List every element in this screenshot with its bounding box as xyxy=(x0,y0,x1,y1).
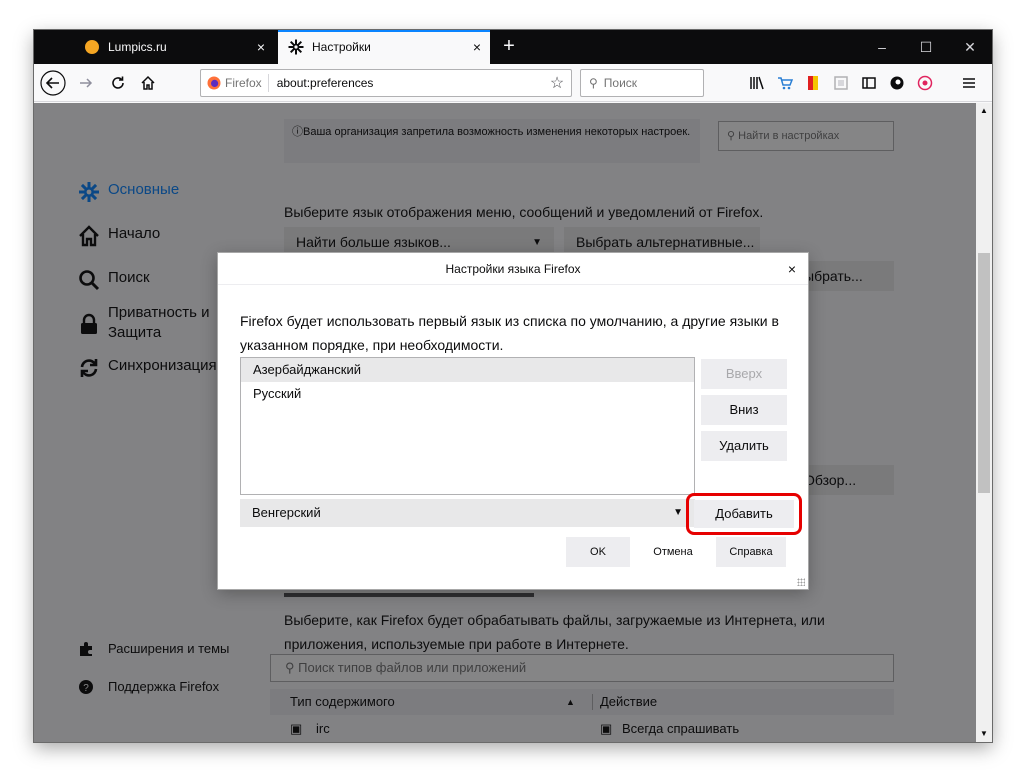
scroll-down-icon[interactable]: ▼ xyxy=(976,726,992,742)
tab-close-button[interactable]: × xyxy=(464,39,490,55)
language-settings-dialog: Настройки языка Firefox × Firefox будет … xyxy=(218,253,808,589)
gear-icon xyxy=(288,39,304,55)
shield-icon xyxy=(917,75,933,91)
forward-button[interactable] xyxy=(72,68,100,98)
browser-window: Lumpics.ru × Настройки × + – ☐ ✕ Firefox… xyxy=(34,30,992,742)
red-flag-icon xyxy=(808,76,818,90)
list-item[interactable]: Русский xyxy=(241,382,694,406)
help-button[interactable]: Справка xyxy=(716,537,786,567)
tab-lumpics[interactable]: Lumpics.ru × xyxy=(74,30,274,64)
tab-strip: Lumpics.ru × Настройки × + – ☐ ✕ xyxy=(34,30,992,64)
extension-button[interactable] xyxy=(828,68,854,98)
hamburger-icon xyxy=(963,78,975,88)
url-text[interactable]: about:preferences xyxy=(269,76,543,90)
tab-title: Настройки xyxy=(312,40,371,54)
resize-grip[interactable] xyxy=(797,578,805,586)
url-bar[interactable]: Firefox about:preferences ☆ xyxy=(200,69,572,97)
bookmark-star-icon[interactable]: ☆ xyxy=(543,73,571,93)
forward-arrow-icon xyxy=(80,78,93,88)
scrollbar[interactable]: ▲ ▼ xyxy=(976,103,992,742)
new-tab-button[interactable]: + xyxy=(494,30,524,64)
add-button[interactable]: Добавить xyxy=(694,500,794,528)
dialog-title: Настройки языка Firefox xyxy=(218,253,808,285)
search-placeholder: Поиск xyxy=(603,76,638,90)
firefox-logo-icon xyxy=(207,76,221,90)
remove-button[interactable]: Удалить xyxy=(701,431,787,461)
list-item[interactable]: Азербайджанский xyxy=(241,358,694,382)
back-button[interactable] xyxy=(38,68,68,98)
move-down-button[interactable]: Вниз xyxy=(701,395,787,425)
search-input[interactable]: ⚲ Поиск xyxy=(580,69,704,97)
dialog-description: Firefox будет использовать первый язык и… xyxy=(240,313,779,353)
cart-icon xyxy=(778,77,793,90)
nav-toolbar: Firefox about:preferences ☆ ⚲ Поиск xyxy=(34,64,992,102)
tab-close-button[interactable]: × xyxy=(248,39,274,55)
privacy-extension-button[interactable] xyxy=(912,68,938,98)
scrollbar-thumb[interactable] xyxy=(978,253,990,493)
add-language-select[interactable]: Венгерский ▼ xyxy=(240,499,695,527)
language-list[interactable]: Азербайджанский Русский xyxy=(240,357,695,495)
orange-circle-icon xyxy=(85,40,99,54)
menu-button[interactable] xyxy=(954,68,984,98)
search-icon: ⚲ xyxy=(589,76,598,90)
identity-label: Firefox xyxy=(225,76,262,90)
selected-language: Венгерский xyxy=(252,505,321,520)
tab-title: Lumpics.ru xyxy=(108,40,167,54)
reload-button[interactable] xyxy=(104,68,132,98)
library-button[interactable] xyxy=(744,68,770,98)
sidebar-icon xyxy=(862,77,876,89)
square-icon xyxy=(834,76,848,90)
ok-button[interactable]: OK xyxy=(566,537,630,567)
dialog-close-button[interactable]: × xyxy=(788,253,796,285)
cart-extension-button[interactable] xyxy=(772,68,798,98)
move-up-button[interactable]: Вверх xyxy=(701,359,787,389)
reload-icon xyxy=(112,76,124,89)
home-icon xyxy=(141,75,155,90)
bookmark-extension-button[interactable] xyxy=(800,68,826,98)
scroll-up-icon[interactable]: ▲ xyxy=(976,103,992,119)
identity-box[interactable]: Firefox xyxy=(201,74,269,92)
account-extension-button[interactable] xyxy=(884,68,910,98)
home-button[interactable] xyxy=(134,68,162,98)
tab-settings[interactable]: Настройки × xyxy=(278,30,490,64)
back-arrow-icon xyxy=(40,70,66,96)
face-icon xyxy=(890,76,904,90)
close-window-button[interactable]: ✕ xyxy=(948,30,992,64)
library-icon xyxy=(750,76,764,90)
cancel-button[interactable]: Отмена xyxy=(638,537,708,567)
chevron-down-icon: ▼ xyxy=(673,507,683,518)
minimize-button[interactable]: – xyxy=(860,30,904,64)
sidebar-button[interactable] xyxy=(856,68,882,98)
maximize-button[interactable]: ☐ xyxy=(904,30,948,64)
